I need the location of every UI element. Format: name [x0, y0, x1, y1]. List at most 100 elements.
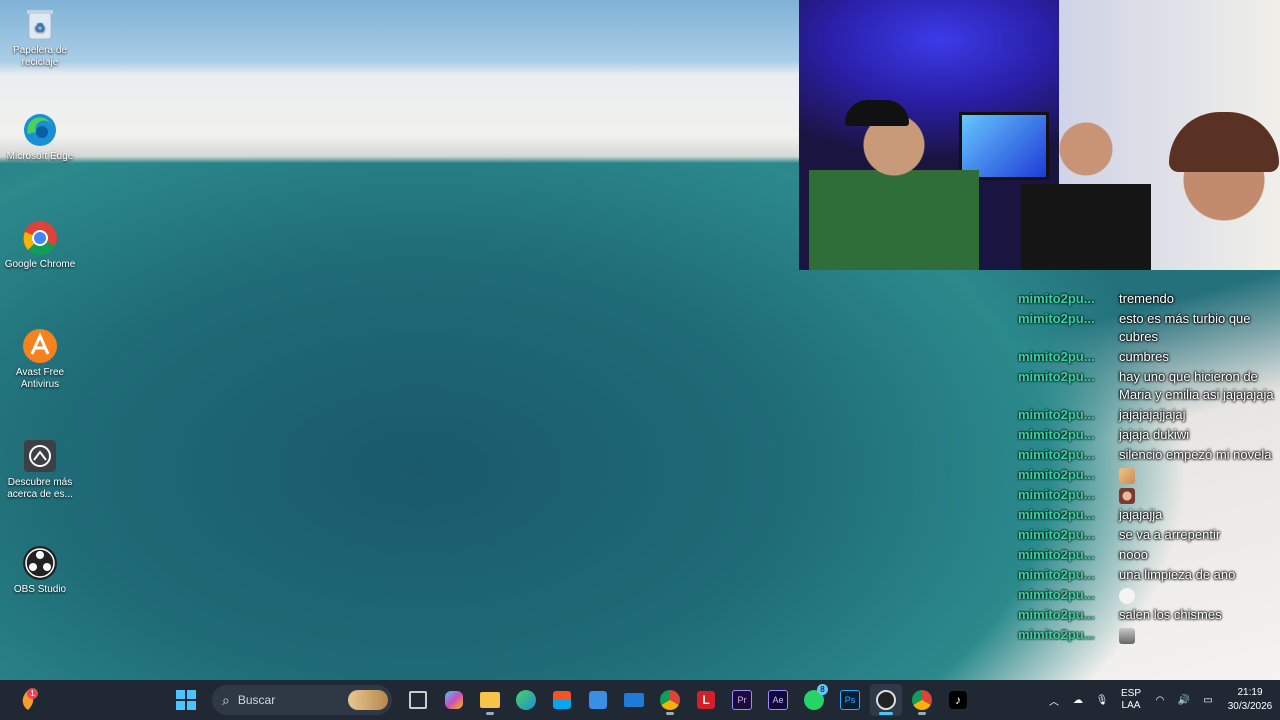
task-view-icon: [409, 691, 427, 709]
chat-message: mimito2pu... hay uno que hicieron de Mari…: [1014, 368, 1280, 404]
chat-text: esto es más turbio que cubres: [1119, 311, 1251, 344]
chat-message: mimito2pu... tremendo: [1014, 290, 1280, 308]
chat-username: mimito2pu...: [1018, 507, 1095, 522]
search-box[interactable]: ⌕ Buscar: [212, 685, 392, 715]
after-effects-button[interactable]: Ae: [762, 684, 794, 716]
running-indicator: [666, 712, 674, 715]
hand-emote: [1119, 467, 1135, 484]
discover-icon: [22, 438, 58, 474]
search-placeholder: Buscar: [237, 693, 276, 707]
photoshop-button[interactable]: Ps: [834, 684, 866, 716]
chat-text: nooo: [1119, 547, 1148, 562]
desktop-icon-chrome[interactable]: Google Chrome: [2, 220, 78, 271]
chrome-button[interactable]: [654, 684, 686, 716]
guest-person: [1021, 104, 1151, 270]
chrome-profile-icon: [912, 690, 932, 710]
onedrive-button[interactable]: ☁: [1066, 684, 1090, 716]
file-explorer-icon: [480, 692, 500, 708]
wifi-button[interactable]: ◠: [1148, 684, 1172, 716]
chat-text: salen los chismes: [1119, 607, 1222, 622]
chat-text: jajaja dukiwi: [1119, 427, 1190, 442]
face-emote: [1119, 487, 1135, 504]
chat-message: mimito2pu... jajajajja: [1014, 506, 1280, 524]
copilot-button[interactable]: [438, 684, 470, 716]
widgets-button[interactable]: 1: [16, 688, 40, 712]
chat-username: mimito2pu...: [1018, 311, 1095, 326]
search-highlight-icon: [348, 690, 388, 710]
store-button[interactable]: [546, 684, 578, 716]
chrome-profile-button[interactable]: [906, 684, 938, 716]
windows-icon: [176, 690, 196, 710]
language-indicator[interactable]: ESP LAA: [1114, 688, 1148, 712]
volume-button[interactable]: 🔊: [1172, 684, 1196, 716]
start-button[interactable]: [170, 684, 202, 716]
tiktok-icon: ♪: [949, 691, 967, 709]
avast-icon: [22, 328, 58, 364]
l-app-icon: L: [697, 691, 715, 709]
chat-message: mimito2pu... una limpieza de ano: [1014, 566, 1280, 584]
obs-icon: [876, 690, 896, 710]
chat-message: mimito2pu...: [1014, 586, 1280, 604]
store-icon: [553, 691, 571, 709]
wifi-icon: ◠: [1155, 694, 1165, 706]
copilot-icon: [445, 691, 463, 709]
chat-username: mimito2pu...: [1018, 407, 1095, 422]
chat-message: mimito2pu... nooo: [1014, 546, 1280, 564]
desktop-icon-obs[interactable]: OBS Studio: [2, 545, 78, 596]
chat-text: jajajajja: [1119, 507, 1163, 522]
vscode-button[interactable]: [582, 684, 614, 716]
chevron-up-icon: ︿: [1049, 696, 1059, 708]
desktop-icon-discover[interactable]: Descubre más acerca de es...: [2, 438, 78, 501]
search-icon: ⌕: [222, 691, 230, 708]
desktop-icon-label: Avast Free Antivirus: [15, 367, 65, 390]
premiere-button[interactable]: Pr: [726, 684, 758, 716]
whatsapp-badge: 8: [817, 684, 828, 695]
chat-message: mimito2pu... silencio empezó mi novela: [1014, 446, 1280, 464]
edge-icon: [516, 690, 536, 710]
volume-icon: 🔊: [1177, 694, 1191, 706]
chat-username: mimito2pu...: [1018, 467, 1095, 482]
battery-icon: ▭: [1203, 694, 1213, 706]
mail-icon: [624, 693, 644, 707]
chat-username: mimito2pu...: [1018, 567, 1095, 582]
running-indicator: [918, 712, 926, 715]
chrome-icon: [660, 690, 680, 710]
edge-button[interactable]: [510, 684, 542, 716]
chrome-icon: [22, 220, 58, 256]
chat-username: mimito2pu...: [1018, 447, 1095, 462]
l-app-button[interactable]: L: [690, 684, 722, 716]
desktop-icon-label: OBS Studio: [13, 584, 67, 595]
chat-text: se va a arrepentir: [1119, 527, 1221, 542]
chat-username: mimito2pu...: [1018, 627, 1095, 642]
clock[interactable]: 21:19 30/3/2026: [1220, 686, 1280, 714]
tray-overflow-button[interactable]: ︿: [1042, 684, 1066, 716]
taskbar-apps: ⌕ Buscar L Pr Ae 8 Ps ♪: [170, 680, 974, 720]
obs-button[interactable]: [870, 684, 902, 716]
taskbar: 1 ⌕ Buscar L Pr Ae 8 Ps ♪ ︿ ☁ 🎙 ESP LAA …: [0, 680, 1280, 720]
chat-username: mimito2pu...: [1018, 547, 1095, 562]
chat-message: mimito2pu... salen los chismes: [1014, 606, 1280, 624]
battery-button[interactable]: ▭: [1196, 684, 1220, 716]
whatsapp-button[interactable]: 8: [798, 684, 830, 716]
tiktok-button[interactable]: ♪: [942, 684, 974, 716]
edge-icon: [22, 112, 58, 148]
task-view-button[interactable]: [402, 684, 434, 716]
clock-date: 30/3/2026: [1227, 701, 1273, 712]
microphone-button[interactable]: 🎙: [1090, 684, 1114, 716]
file-explorer-button[interactable]: [474, 684, 506, 716]
chat-message: mimito2pu... jajajajajjajaj: [1014, 406, 1280, 424]
desktop-icon-edge[interactable]: Microsoft Edge: [2, 112, 78, 163]
desktop-icon-recycle-bin[interactable]: ♻ Papelera de reciclaje: [2, 6, 78, 69]
streamer-cap: [845, 100, 909, 126]
chat-overlay: mimito2pu... tremendo mimito2pu... esto es…: [1014, 290, 1280, 646]
chat-message: mimito2pu...: [1014, 626, 1280, 644]
running-indicator: [879, 712, 893, 715]
photoshop-icon: Ps: [840, 690, 860, 710]
mail-button[interactable]: [618, 684, 650, 716]
cloud-emote: [1119, 587, 1135, 604]
chat-message: mimito2pu... esto es más turbio que cubre…: [1014, 310, 1280, 346]
widget-badge: 1: [27, 688, 38, 699]
desktop-icon-avast[interactable]: Avast Free Antivirus: [2, 328, 78, 391]
chat-username: mimito2pu...: [1018, 607, 1095, 622]
chat-text: tremendo: [1119, 291, 1174, 306]
